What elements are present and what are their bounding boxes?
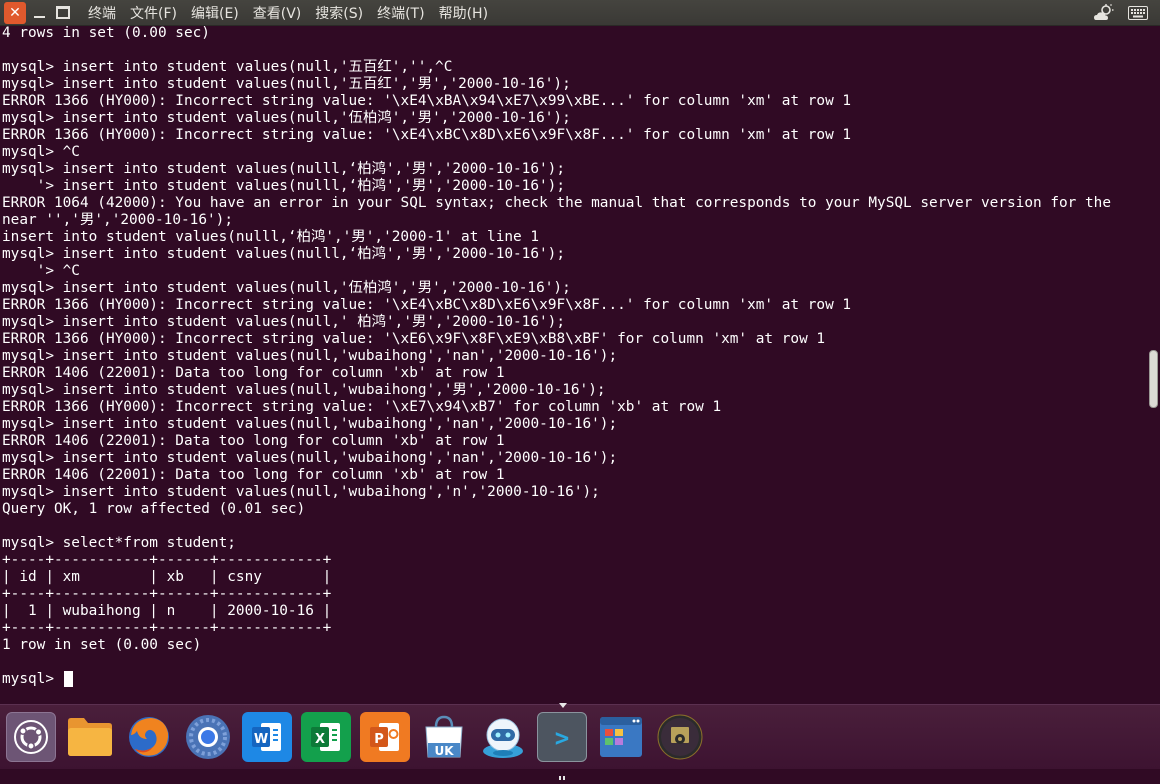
dock-youker-assistant[interactable] (478, 712, 528, 762)
wps-writer-letter: W (254, 732, 268, 747)
terminal-line: mysql> insert into student values(null,'… (2, 450, 618, 466)
minimize-icon (33, 15, 45, 18)
wps-presentation-icon: P (370, 723, 399, 751)
terminal-view[interactable]: 4 rows in set (0.00 sec) mysql> insert in… (0, 25, 1148, 700)
terminal-line: +----+-----------+------+------------+ (2, 552, 332, 568)
terminal-line: mysql> (2, 671, 63, 687)
dock-ubuntu-kylin-software[interactable]: UK (419, 712, 469, 762)
terminal-line: ERROR 1366 (HY000): Incorrect string val… (2, 331, 826, 347)
terminal-line: ERROR 1366 (HY000): Incorrect string val… (2, 297, 852, 313)
menu-edit[interactable]: 编辑(E) (191, 3, 239, 23)
terminal-line: mysql> insert into student values(null,'… (2, 382, 606, 398)
chromium-icon (186, 715, 230, 759)
terminal-line: ERROR 1406 (22001): Data too long for co… (2, 365, 505, 381)
terminal-line: 4 rows in set (0.00 sec) (2, 25, 210, 41)
terminal-line: mysql> insert into student values(null,'… (2, 348, 618, 364)
menu-app-terminal[interactable]: 终端 (88, 3, 116, 23)
menu-terminal[interactable]: 终端(T) (377, 3, 424, 23)
terminal-line: ERROR 1366 (HY000): Incorrect string val… (2, 399, 722, 415)
terminal-line: mysql> insert into student values(null,'… (2, 110, 571, 126)
terminal-line: mysql> insert into student values(null,'… (2, 76, 571, 92)
terminal-line: mysql> insert into student values(nulll,… (2, 246, 566, 262)
terminal-line: mysql> insert into student values(null,'… (2, 314, 566, 330)
menu-view[interactable]: 查看(V) (253, 3, 302, 23)
terminal-line: ERROR 1366 (HY000): Incorrect string val… (2, 127, 852, 143)
terminal-line: mysql> select*from student; (2, 535, 236, 551)
maximize-icon (56, 6, 70, 19)
terminal-line: mysql> insert into student values(null,'… (2, 280, 571, 296)
dock-firefox[interactable] (124, 712, 174, 762)
workspace-switcher-icon (600, 717, 642, 757)
terminal-line: +----+-----------+------+------------+ (2, 620, 332, 636)
wps-spreadsheet-letter: X (315, 732, 325, 747)
files-folder-icon (68, 718, 112, 756)
terminal-prompt-glyph: > (555, 724, 569, 752)
ubuntu-kylin-software-icon: UK (425, 715, 463, 758)
keyboard-icon[interactable] (1126, 3, 1150, 23)
terminal-line: mysql> insert into student values(null,'… (2, 59, 453, 75)
launcher-dock: W X P UK > (0, 703, 1160, 780)
dock-wps-writer[interactable]: W (242, 712, 292, 762)
system-tray (1092, 0, 1160, 25)
menu-help[interactable]: 帮助(H) (439, 3, 488, 23)
ubuntu-dash-icon (14, 720, 48, 754)
terminal-line: ERROR 1406 (22001): Data too long for co… (2, 433, 505, 449)
dock-terminal[interactable]: > (537, 712, 587, 762)
dvd-drive-icon (657, 714, 703, 760)
terminal-cursor (64, 671, 73, 687)
firefox-icon (129, 717, 169, 757)
terminal-line: '> ^C (2, 263, 80, 279)
launcher-arrow-icon (559, 703, 567, 708)
menu-search[interactable]: 搜索(S) (315, 3, 363, 23)
maximize-window-button[interactable] (52, 2, 74, 24)
terminal-line: | 1 | wubaihong | n | 2000-10-16 | (2, 603, 332, 619)
terminal-line: mysql> insert into student values(null,'… (2, 416, 618, 432)
software-center-label: UK (434, 744, 454, 758)
youker-assistant-icon (483, 718, 523, 758)
weather-icon[interactable] (1092, 3, 1116, 23)
terminal-line: '> insert into student values(nulll,‘柏鸿'… (2, 178, 566, 194)
terminal-line: insert into student values(nulll,‘柏鸿','男… (2, 229, 540, 245)
top-menu-bar: ✕ 终端 文件(F) 编辑(E) 查看(V) 搜索(S) 终端(T) 帮助(H) (0, 0, 1160, 26)
wps-presentation-letter: P (374, 732, 384, 747)
running-indicator (559, 765, 567, 780)
terminal-line: mysql> insert into student values(nulll,… (2, 161, 566, 177)
terminal-output: 4 rows in set (0.00 sec) mysql> insert in… (2, 25, 1111, 688)
close-icon: ✕ (9, 4, 21, 21)
dock-ubuntu-dash[interactable] (6, 712, 56, 762)
dock-wps-presentation[interactable]: P (360, 712, 410, 762)
wps-writer-icon: W (252, 723, 281, 751)
dock-workspace-switcher[interactable] (596, 712, 646, 762)
terminal-line: 1 row in set (0.00 sec) (2, 637, 202, 653)
dock-wps-spreadsheet[interactable]: X (301, 712, 351, 762)
terminal-line: mysql> insert into student values(null,'… (2, 484, 600, 500)
minimize-window-button[interactable] (28, 2, 50, 24)
terminal-line: | id | xm | xb | csny | (2, 569, 332, 585)
dock-files[interactable] (65, 712, 115, 762)
terminal-line: near '','男','2000-10-16'); (2, 212, 233, 228)
terminal-line: ERROR 1406 (22001): Data too long for co… (2, 467, 505, 483)
dock-dvd-drive[interactable] (655, 712, 705, 762)
terminal-line: mysql> ^C (2, 144, 80, 160)
terminal-scrollbar[interactable] (1149, 350, 1158, 408)
menu-file[interactable]: 文件(F) (130, 3, 177, 23)
terminal-line: Query OK, 1 row affected (0.01 sec) (2, 501, 306, 517)
terminal-line: +----+-----------+------+------------+ (2, 586, 332, 602)
terminal-line: ERROR 1064 (42000): You have an error in… (2, 195, 1111, 211)
dock-chromium[interactable] (183, 712, 233, 762)
wps-spreadsheet-icon: X (311, 723, 340, 751)
terminal-line: ERROR 1366 (HY000): Incorrect string val… (2, 93, 852, 109)
terminal-icon: > (555, 724, 569, 752)
close-window-button[interactable]: ✕ (4, 1, 26, 24)
